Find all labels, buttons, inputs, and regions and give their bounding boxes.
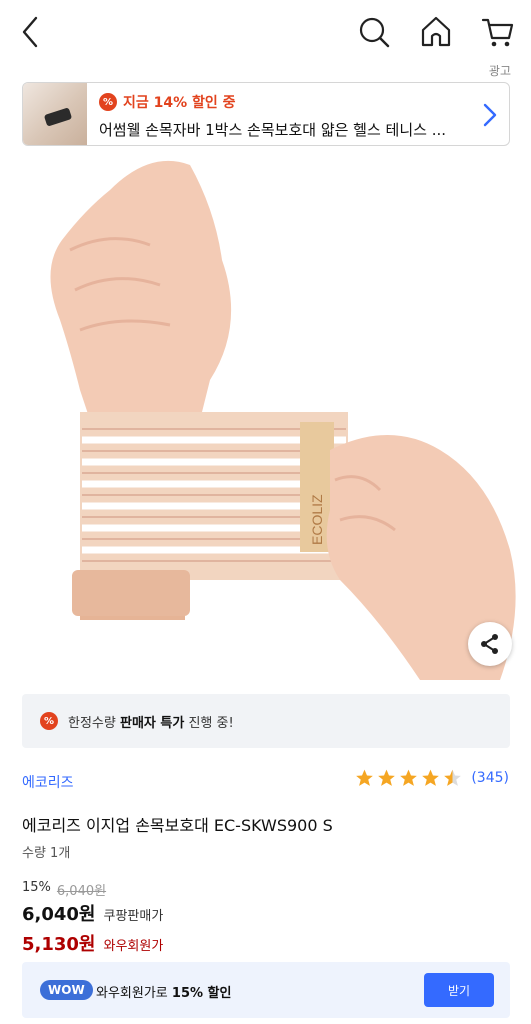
half-star-icon bbox=[444, 769, 462, 786]
product-image[interactable]: ECOLIZ bbox=[0, 150, 531, 680]
strap-brand-text: ECOLIZ bbox=[309, 494, 325, 545]
star-icon bbox=[356, 769, 374, 786]
home-button[interactable] bbox=[418, 12, 454, 52]
share-button[interactable] bbox=[468, 622, 512, 666]
wow-price-label: 와우회원가 bbox=[103, 939, 164, 954]
seller-promo-box: % 한정수량 판매자 특가 진행 중! bbox=[22, 694, 510, 748]
search-icon bbox=[359, 17, 390, 48]
review-count[interactable]: (345) bbox=[471, 770, 509, 786]
search-button[interactable] bbox=[356, 12, 392, 52]
star-icon bbox=[422, 769, 440, 786]
cart-icon bbox=[481, 18, 514, 47]
ad-banner[interactable]: % 지금 14% 할인 중 어썸웰 손목자바 1박스 손목보호대 얇은 헬스 테… bbox=[22, 82, 510, 146]
ad-title: 어썸웰 손목자바 1박스 손목보호대 얇은 헬스 테니스 ... bbox=[99, 121, 447, 139]
wow-discount-bar: WOW 와우회원가로 15% 할인 받기 bbox=[22, 962, 510, 1018]
percent-icon: % bbox=[99, 93, 117, 111]
ad-label: 광고 bbox=[488, 64, 511, 78]
coupang-price-label: 쿠팡판매가 bbox=[103, 909, 164, 924]
brand-link[interactable]: 에코리즈 bbox=[22, 772, 74, 792]
chevron-left-icon bbox=[22, 16, 38, 48]
ad-thumbnail bbox=[23, 83, 87, 145]
home-icon bbox=[421, 16, 451, 47]
wrist-wrap-illustration: ECOLIZ bbox=[50, 160, 516, 680]
wow-price: 5,130원 bbox=[22, 934, 96, 955]
ad-discount: % 지금 14% 할인 중 bbox=[99, 91, 236, 113]
wow-badge: WOW bbox=[40, 980, 93, 1000]
back-button[interactable] bbox=[14, 12, 50, 52]
original-price: 6,040원 bbox=[56, 884, 107, 899]
coupang-price: 6,040원 bbox=[22, 904, 96, 925]
product-title: 에코리즈 이지업 손목보호대 EC-SKWS900 S bbox=[22, 816, 333, 835]
cart-button[interactable] bbox=[480, 12, 516, 52]
wow-price-row: 5,130원 와우회원가 bbox=[22, 930, 163, 956]
star-icon bbox=[378, 769, 396, 786]
top-navigation-bar bbox=[0, 0, 531, 64]
ad-chevron-right-icon bbox=[481, 101, 499, 129]
share-icon bbox=[481, 634, 498, 654]
star-rating bbox=[354, 768, 463, 788]
promo-text: 한정수량 판매자 특가 진행 중! bbox=[68, 715, 234, 731]
percent-icon: % bbox=[40, 712, 58, 730]
star-icon bbox=[400, 769, 418, 786]
discount-row: 15% 6,040원 bbox=[22, 880, 106, 899]
quantity-text: 수량 1개 bbox=[22, 846, 71, 861]
wow-text: 와우회원가로 15% 할인 bbox=[96, 986, 232, 1001]
receive-button[interactable]: 받기 bbox=[424, 973, 494, 1007]
coupang-price-row: 6,040원 쿠팡판매가 bbox=[22, 900, 163, 926]
discount-rate: 15% bbox=[22, 880, 51, 895]
ad-discount-text: 지금 14% 할인 중 bbox=[123, 95, 236, 111]
rating[interactable]: (345) bbox=[354, 768, 509, 788]
